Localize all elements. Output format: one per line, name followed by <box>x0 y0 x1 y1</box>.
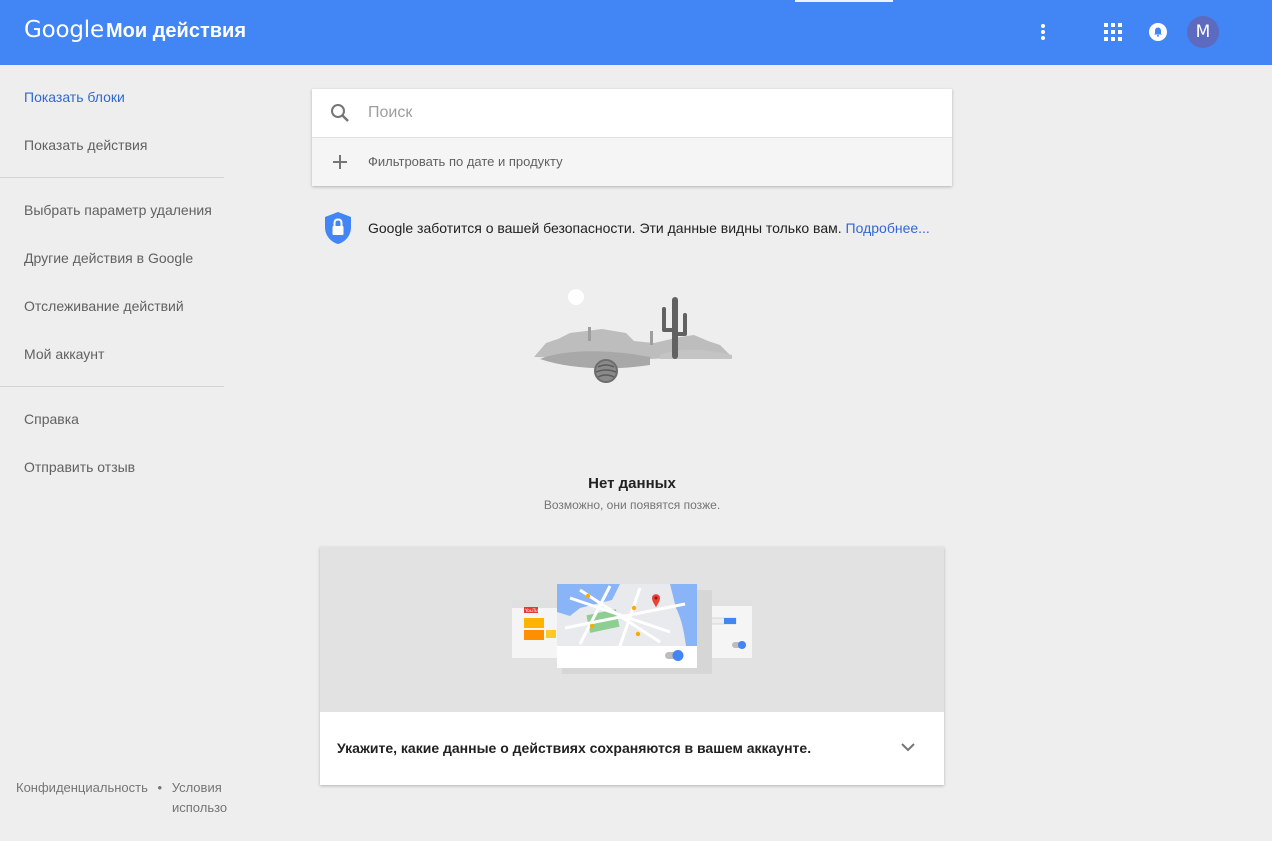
sidebar-divider <box>0 386 224 387</box>
terms-link[interactable]: Условия <box>172 780 222 795</box>
notice-message: Google заботится о вашей безопасности. Э… <box>368 220 842 236</box>
chevron-down-icon[interactable] <box>898 737 918 757</box>
sidebar-item-my-account[interactable]: Мой аккаунт <box>24 346 104 362</box>
sidebar-item-help[interactable]: Справка <box>24 411 79 427</box>
terms-link-continued[interactable]: использо <box>172 800 227 815</box>
search-row <box>312 89 952 137</box>
notifications-bell-icon[interactable] <box>1142 16 1174 48</box>
privacy-notice: Google заботится о вашей безопасности. Э… <box>324 211 964 245</box>
account-avatar[interactable]: M <box>1187 16 1219 48</box>
app-header: Google Мои действия M <box>0 0 1272 65</box>
footer-separator: • <box>157 780 163 795</box>
sidebar-footer: Конфиденциальность • Условия использо <box>16 780 227 815</box>
sidebar-item-other-activity[interactable]: Другие действия в Google <box>24 250 193 266</box>
sidebar-divider <box>0 177 224 178</box>
search-card: Фильтровать по дате и продукту <box>312 89 952 186</box>
devices-map-illustration: YouTube <box>512 584 752 674</box>
sidebar-item-activity-controls[interactable]: Отслеживание действий <box>24 298 184 314</box>
sidebar-item-delete-option[interactable]: Выбрать параметр удаления <box>24 202 212 218</box>
search-input[interactable] <box>368 99 928 127</box>
privacy-link[interactable]: Конфиденциальность <box>16 780 148 795</box>
empty-state-subtitle: Возможно, они появятся позже. <box>543 498 721 512</box>
sidebar-item-show-bundles[interactable]: Показать блоки <box>24 89 125 105</box>
sidebar-item-send-feedback[interactable]: Отправить отзыв <box>24 459 135 475</box>
app-title: Мои действия <box>106 20 247 42</box>
filter-by-date-product[interactable]: Фильтровать по дате и продукту <box>312 137 952 186</box>
empty-desert-illustration <box>534 289 732 383</box>
add-icon <box>333 155 347 169</box>
activity-controls-illustration: YouTube <box>320 547 944 712</box>
apps-grid-icon[interactable] <box>1097 16 1129 48</box>
youtube-logo-text: YouTube <box>524 608 544 614</box>
google-logo[interactable]: Google <box>24 17 104 43</box>
sidebar: Показать блоки Показать действия Выбрать… <box>0 65 224 841</box>
filter-label: Фильтровать по дате и продукту <box>368 154 563 169</box>
empty-state-title: Нет данных <box>588 475 676 492</box>
activity-controls-card[interactable]: YouTube Укажите, какие данные о действия… <box>320 547 944 785</box>
shield-lock-icon <box>325 212 351 244</box>
sidebar-item-show-activities[interactable]: Показать действия <box>24 137 147 153</box>
learn-more-link[interactable]: Подробнее... <box>846 220 930 236</box>
notice-text: Google заботится о вашей безопасности. Э… <box>368 220 930 236</box>
more-vert-icon[interactable] <box>1027 16 1059 48</box>
header-tab-indicator <box>795 0 893 2</box>
search-icon <box>331 104 349 122</box>
activity-controls-text: Укажите, какие данные о действиях сохран… <box>337 740 812 756</box>
